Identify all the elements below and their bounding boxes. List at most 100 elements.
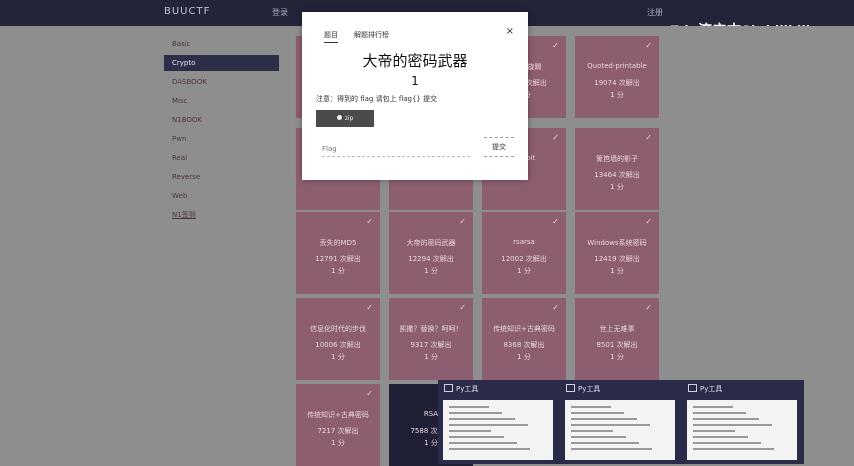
submit-button[interactable]: 提交 [484,137,514,157]
challenge-card[interactable]: rsarsa 12002 次解出 1 分 ✓ [482,212,566,294]
challenge-name: 传统知识+古典密码 [307,411,369,419]
challenge-card[interactable]: 传统知识+古典密码 7217 次解出 1 分 ✓ [296,384,380,466]
challenge-name: 世上无难事 [599,325,635,333]
challenge-solves: 8368 次解出 [503,341,545,349]
category-sidebar: Basic Crypto DASBOOK Misc N1BOOK Pwn Real Rever… [164,36,279,226]
sidebar-item-misc[interactable]: Misc [164,93,279,109]
window-icon [566,384,575,392]
register-link[interactable]: 注册 [647,7,663,18]
thumbnail-text-line [571,406,611,408]
tab-solves[interactable]: 解题排行榜 [354,30,389,40]
challenge-solves: 10006 次解出 [315,341,361,349]
solved-check-icon: ✓ [552,133,559,142]
thumbnail-text-line [693,412,746,414]
thumbnail-text-line [449,436,504,438]
challenge-score: 1 分 [610,267,624,275]
challenge-score: 1 分 [610,91,624,99]
taskbar-window-preview[interactable]: Py工具 [560,380,680,464]
user-icon [336,115,342,120]
window-thumbnail [687,400,797,460]
challenge-card[interactable]: 信息化时代的步伐 10006 次解出 1 分 ✓ [296,298,380,380]
download-file-button[interactable]: zip [316,110,374,127]
thumbnail-text-line [693,406,733,408]
thumbnail-text-line [693,442,761,444]
thumbnail-text-line [449,430,491,432]
challenge-name: Windows系统密码 [587,239,647,247]
challenge-solves: 12294 次解出 [408,255,454,263]
flag-input[interactable] [322,142,470,157]
sidebar-item-n1book[interactable]: N1BOOK [164,112,279,128]
taskbar-window-preview[interactable]: Py工具 [438,380,558,464]
tab-challenge[interactable]: 题目 [324,30,338,43]
challenge-card[interactable]: Quoted-printable 19074 次解出 1 分 ✓ [575,36,659,118]
thumbnail-text-line [449,424,528,426]
challenge-name: 传统知识+古典密码 [493,325,555,333]
solved-check-icon: ✓ [366,389,373,398]
challenge-name: 篱笆墙的影子 [596,155,638,163]
challenge-card[interactable]: 凯撒？替换？呵呵！ 9317 次解出 1 分 ✓ [389,298,473,380]
challenge-solves: 8501 次解出 [596,341,638,349]
solved-check-icon: ✓ [459,303,466,312]
thumbnail-text-line [693,448,774,450]
challenge-score: 1 分 [331,267,345,275]
challenge-score: 1 分 [517,267,531,275]
challenge-solves: 19074 次解出 [594,79,640,87]
thumbnail-text-line [693,430,735,432]
login-link[interactable]: 登录 [272,7,288,18]
sidebar-item-web[interactable]: Web [164,188,279,204]
challenge-score: 1 分 [331,353,345,361]
window-title-label: Py工具 [700,385,723,393]
challenge-card[interactable]: 篱笆墙的影子 13464 次解出 1 分 ✓ [575,128,659,210]
thumbnail-text-line [693,436,748,438]
thumbnail-text-line [449,412,502,414]
thumbnail-text-line [449,448,530,450]
window-icon [444,384,453,392]
solved-check-icon: ✓ [552,217,559,226]
challenge-solves: 9317 次解出 [410,341,452,349]
challenge-name: 大帝的密码武器 [406,239,456,247]
sidebar-item-n1-[interactable]: N1签到 [164,207,279,223]
window-title: Py工具 [444,384,478,394]
challenge-card[interactable]: Windows系统密码 12419 次解出 1 分 ✓ [575,212,659,294]
sidebar-item-crypto[interactable]: Crypto [164,55,279,71]
thumbnail-text-line [571,418,637,420]
thumbnail-text-line [693,418,759,420]
challenge-solves: 13464 次解出 [594,171,640,179]
thumbnail-text-line [571,424,650,426]
challenge-card[interactable]: 传统知识+古典密码 8368 次解出 1 分 ✓ [482,298,566,380]
thumbnail-text-line [571,436,626,438]
sidebar-item-basic[interactable]: Basic [164,36,279,52]
solved-check-icon: ✓ [459,217,466,226]
site-brand[interactable]: BUUCTF [164,6,210,17]
solved-check-icon: ✓ [366,217,373,226]
thumbnail-text-line [571,430,613,432]
window-title: Py工具 [688,384,722,394]
window-title: Py工具 [566,384,600,394]
challenge-score: 1 分 [331,439,345,447]
thumbnail-text-line [571,442,639,444]
challenge-name: 丢失的MD5 [319,239,357,247]
challenge-solves: 12002 次解出 [501,255,547,263]
close-icon[interactable]: × [506,26,514,37]
challenge-score: 1 分 [424,353,438,361]
solved-check-icon: ✓ [552,303,559,312]
solved-check-icon: ✓ [645,41,652,50]
sidebar-item-pwn[interactable]: Pwn [164,131,279,147]
challenge-card[interactable]: 丢失的MD5 12791 次解出 1 分 ✓ [296,212,380,294]
thumbnail-text-line [449,418,515,420]
sidebar-item-reverse[interactable]: Reverse [164,169,279,185]
solved-check-icon: ✓ [645,217,652,226]
challenge-solves: 7217 次解出 [317,427,359,435]
challenge-card[interactable]: 大帝的密码武器 12294 次解出 1 分 ✓ [389,212,473,294]
sidebar-item-dasbook[interactable]: DASBOOK [164,74,279,90]
flag-format-notice: 注意：得到的 flag 请包上 flag{} 提交 [316,95,438,103]
challenge-score: 1 分 [424,267,438,275]
challenge-score: 1 分 [610,183,624,191]
solved-check-icon: ✓ [645,133,652,142]
sidebar-item-real[interactable]: Real [164,150,279,166]
thumbnail-text-line [449,442,517,444]
challenge-card[interactable]: 世上无难事 8501 次解出 1 分 ✓ [575,298,659,380]
thumbnail-text-line [693,424,772,426]
window-icon [688,384,697,392]
taskbar-window-preview[interactable]: Py工具 [682,380,802,464]
